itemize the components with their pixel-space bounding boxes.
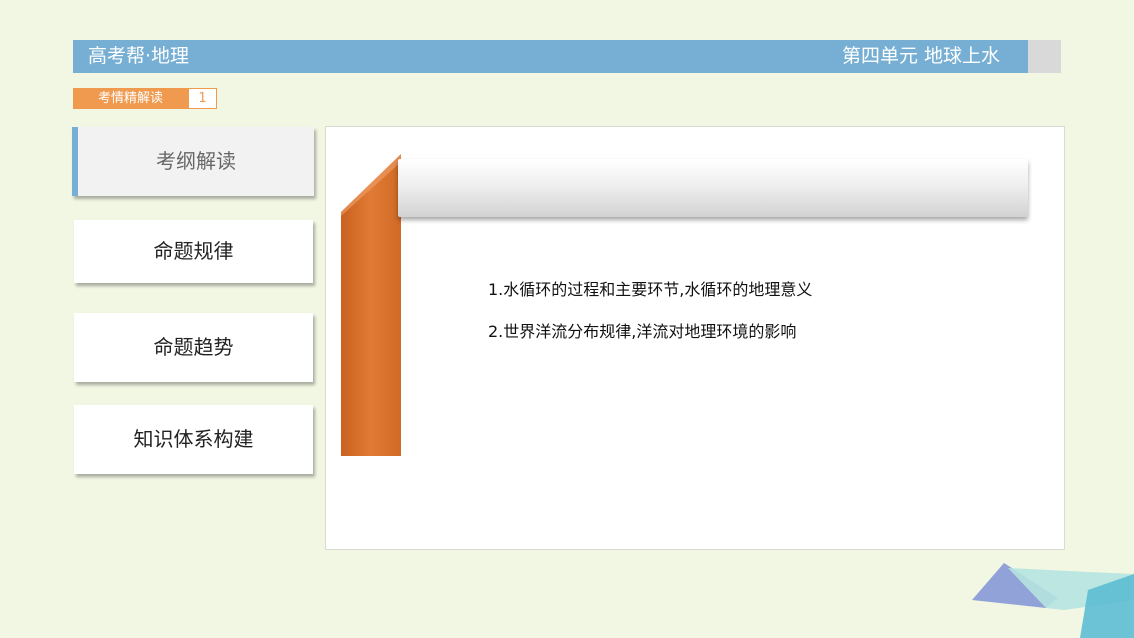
nav-item-label: 命题趋势 [153, 335, 234, 359]
nav-item-question-patterns[interactable]: 命题规律 [74, 220, 313, 283]
nav-item-label: 命题规律 [153, 239, 234, 263]
section-tag-number: 1 [188, 88, 217, 109]
section-tag: 考情精解读 1 [73, 88, 217, 109]
nav-item-question-trends[interactable]: 命题趋势 [74, 313, 313, 382]
nav-item-label: 知识体系构建 [133, 427, 254, 451]
course-title: 高考帮·地理 [88, 45, 190, 67]
content-title-bar [398, 159, 1028, 217]
nav-item-knowledge-system[interactable]: 知识体系构建 [74, 405, 313, 474]
unit-title: 第四单元 地球上水 [841, 45, 1000, 67]
section-tag-label: 考情精解读 [73, 88, 188, 109]
nav-item-exam-outline[interactable]: 考纲解读 [72, 127, 314, 196]
header-end-block [1028, 40, 1061, 73]
nav-item-label: 考纲解读 [156, 149, 236, 173]
content-line-1: 1.水循环的过程和主要环节,水循环的地理意义 [488, 280, 813, 299]
orange-ribbon-decoration [341, 154, 401, 456]
corner-decoration [972, 563, 1134, 638]
content-line-2: 2.世界洋流分布规律,洋流对地理环境的影响 [488, 322, 797, 341]
